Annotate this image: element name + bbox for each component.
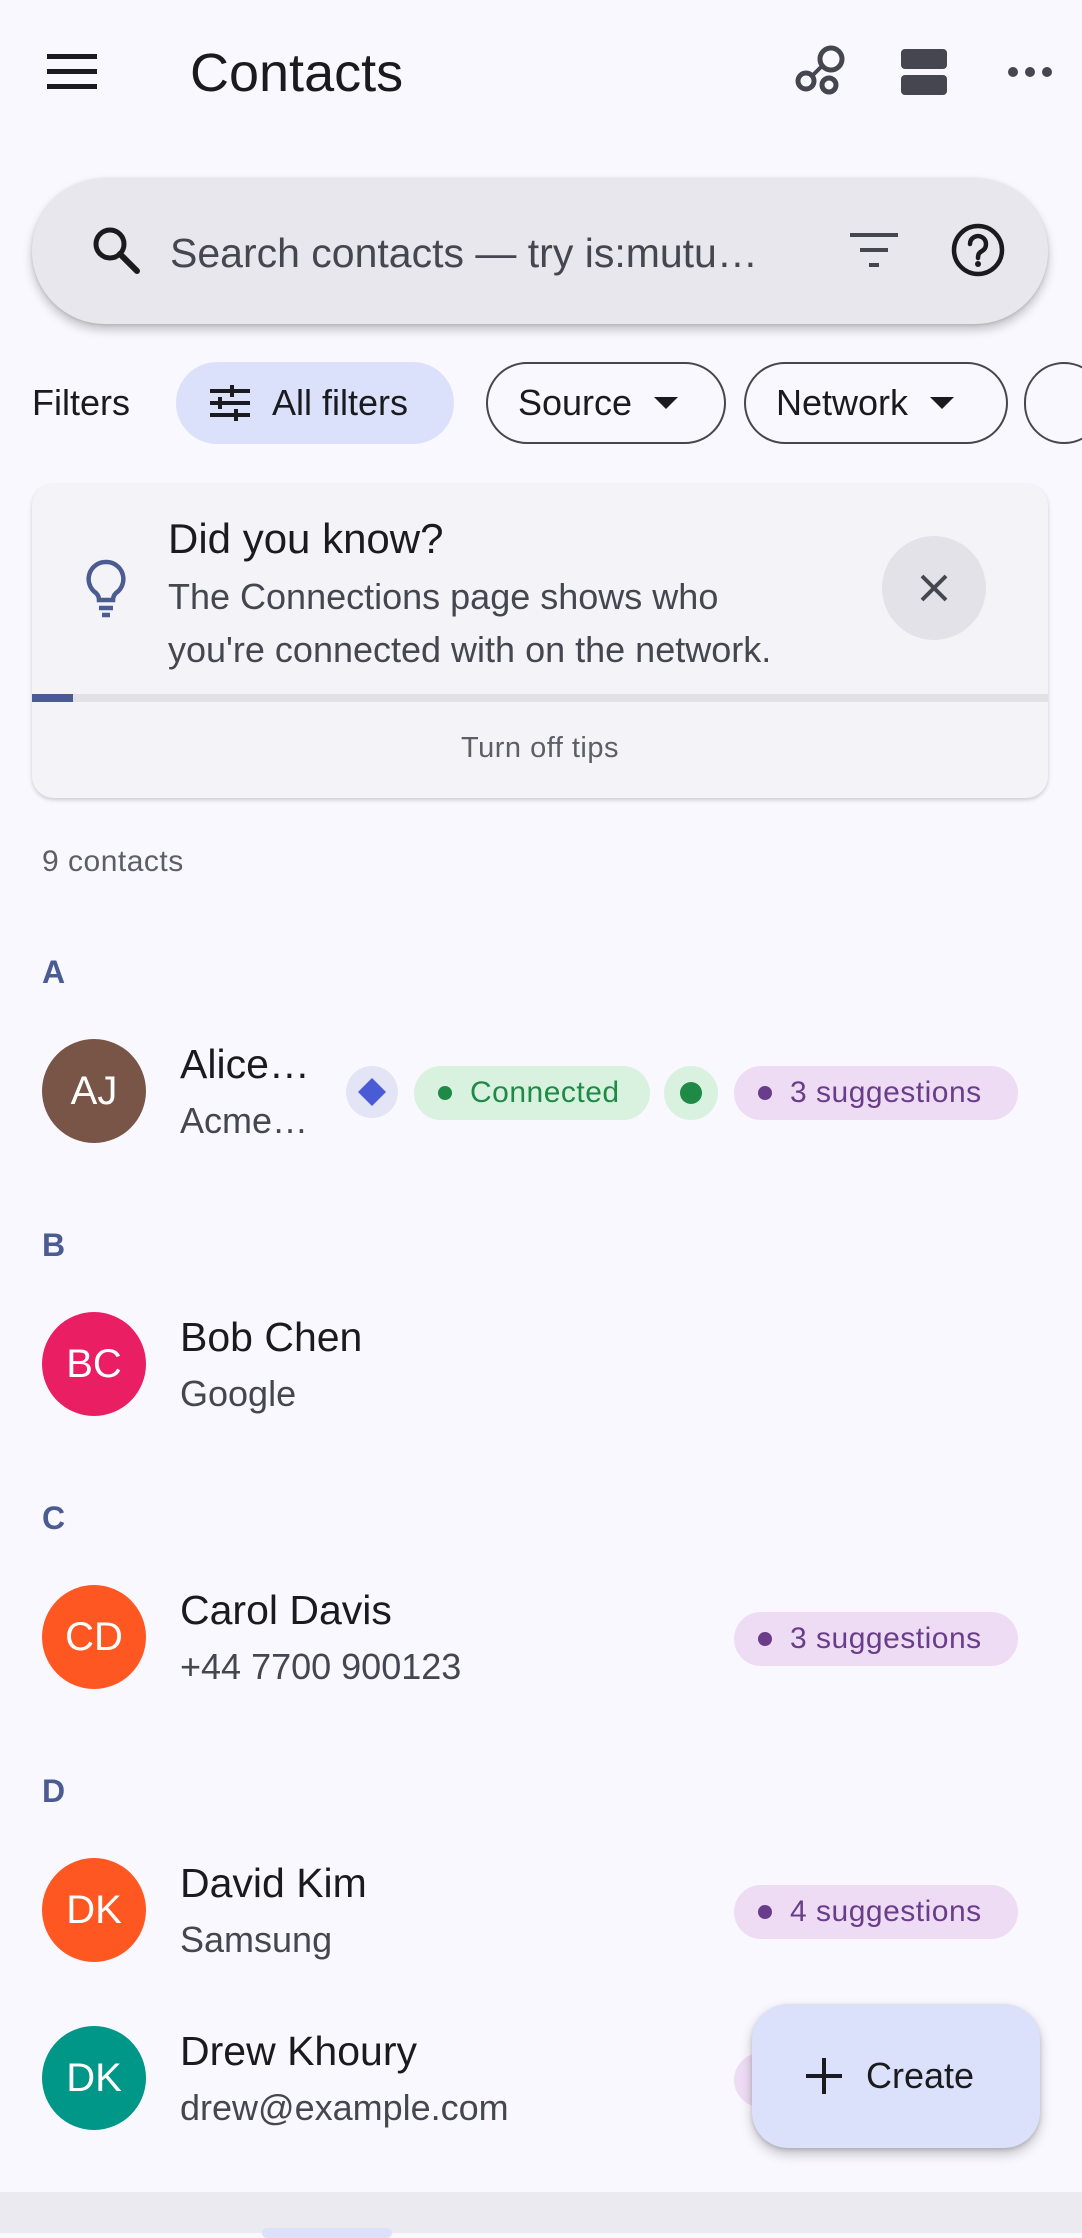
section-header-a: A <box>42 954 66 990</box>
filter-list-icon <box>850 233 898 267</box>
contact-subtitle: drew@example.com <box>180 2087 509 2128</box>
source-filter-chip[interactable]: Source <box>486 362 726 444</box>
suggestions-badge[interactable]: 3 suggestions <box>734 1066 1018 1120</box>
suggestions-label: 3 suggestions <box>790 1622 982 1655</box>
close-icon <box>920 574 948 602</box>
avatar: AJ <box>42 1039 146 1143</box>
contact-row[interactable]: AJ Alice… Acme … Connected 3 suggestions <box>0 1018 1082 1168</box>
search-bar <box>32 178 1048 324</box>
network-filter-chip[interactable]: Network <box>744 362 1008 444</box>
contact-subtitle: Acme … <box>180 1100 318 1141</box>
network-filter-label: Network <box>776 382 909 423</box>
contact-row[interactable]: BC Bob Chen Google <box>0 1291 1082 1441</box>
tip-card: Did you know? The Connections page shows… <box>32 484 1048 798</box>
suggestions-label: 4 suggestions <box>790 1895 982 1928</box>
section-header-d: D <box>42 1773 66 1809</box>
page-title: Contacts <box>190 43 404 103</box>
source-filter-label: Source <box>518 382 633 423</box>
contact-name: Drew Khoury <box>180 2028 417 2074</box>
suggestions-label: 3 suggestions <box>790 1076 982 1109</box>
create-contact-button[interactable]: Create <box>752 2004 1040 2148</box>
contact-name: Bob Chen <box>180 1314 363 1360</box>
active-nav-indicator <box>262 2228 392 2238</box>
turn-off-tips-button[interactable]: Turn off tips <box>32 728 1048 768</box>
contacts-count: 9 contacts <box>42 845 184 878</box>
more-horizontal-icon <box>1008 67 1052 77</box>
tip-body: The Connections page shows who you're co… <box>168 576 772 670</box>
avatar: DK <box>42 1858 146 1962</box>
help-circle-icon <box>951 223 1005 277</box>
search-input[interactable] <box>168 212 832 294</box>
contact-name: Carol Davis <box>180 1587 392 1633</box>
contact-row[interactable]: DK David Kim Samsung 4 suggestions <box>0 1837 1082 1987</box>
avatar: CD <box>42 1585 146 1689</box>
status-badge: Connected <box>414 1066 650 1120</box>
help-button[interactable] <box>940 214 1016 286</box>
section-header-b: B <box>42 1227 66 1263</box>
hamburger-menu-icon <box>47 54 97 89</box>
filter-chips-overflow <box>1024 350 1082 460</box>
plus-icon <box>806 2058 842 2094</box>
create-label: Create <box>866 2055 975 2096</box>
status-dot-icon <box>438 1086 452 1100</box>
view-agenda-icon <box>901 49 947 95</box>
dismiss-tip-button[interactable] <box>882 536 986 640</box>
tip-progress-bar <box>32 694 1048 702</box>
view-layout-button[interactable] <box>884 36 964 108</box>
bottom-navigation-bar <box>0 2192 1082 2233</box>
contact-subtitle: Google <box>180 1373 297 1414</box>
suggestion-dot-icon <box>758 1086 772 1100</box>
filter-list-button[interactable] <box>838 214 910 286</box>
top-app-bar: Contacts <box>0 0 1082 150</box>
search-icon <box>86 220 146 280</box>
tune-icon <box>210 385 250 421</box>
filters-label: Filters <box>32 382 130 423</box>
menu-button[interactable] <box>32 36 112 108</box>
network-graph-button[interactable] <box>780 36 860 108</box>
dropdown-arrow-icon <box>654 397 679 409</box>
network-diamond-icon <box>346 1066 398 1118</box>
all-filters-label: All filters <box>272 382 409 423</box>
tip-title: Did you know? <box>168 515 444 562</box>
contact-name: Alice… <box>180 1041 310 1087</box>
lightbulb-icon <box>76 554 136 622</box>
contact-subtitle: Samsung <box>180 1919 333 1960</box>
all-filters-chip[interactable]: All filters <box>176 362 454 444</box>
contact-subtitle: +44 7700 900123 <box>180 1646 462 1687</box>
suggestion-dot-icon <box>758 1905 772 1919</box>
status-badge-label: Connected <box>470 1076 620 1109</box>
contact-name: David Kim <box>180 1860 367 1906</box>
suggestion-dot-icon <box>758 1632 772 1646</box>
suggestions-badge[interactable]: 4 suggestions <box>734 1885 1018 1939</box>
next-filter-chip[interactable] <box>1024 362 1082 444</box>
avatar: BC <box>42 1312 146 1416</box>
online-indicator-icon <box>664 1066 718 1120</box>
section-header-c: C <box>42 1500 66 1536</box>
more-options-button[interactable] <box>990 36 1070 108</box>
tip-progress-fill <box>32 694 73 702</box>
contact-row[interactable]: CD Carol Davis +44 7700 900123 3 suggest… <box>0 1564 1082 1714</box>
avatar: DK <box>42 2026 146 2130</box>
suggestions-badge[interactable]: 3 suggestions <box>734 1612 1018 1666</box>
network-graph-icon <box>795 45 845 95</box>
dropdown-arrow-icon <box>930 397 955 409</box>
